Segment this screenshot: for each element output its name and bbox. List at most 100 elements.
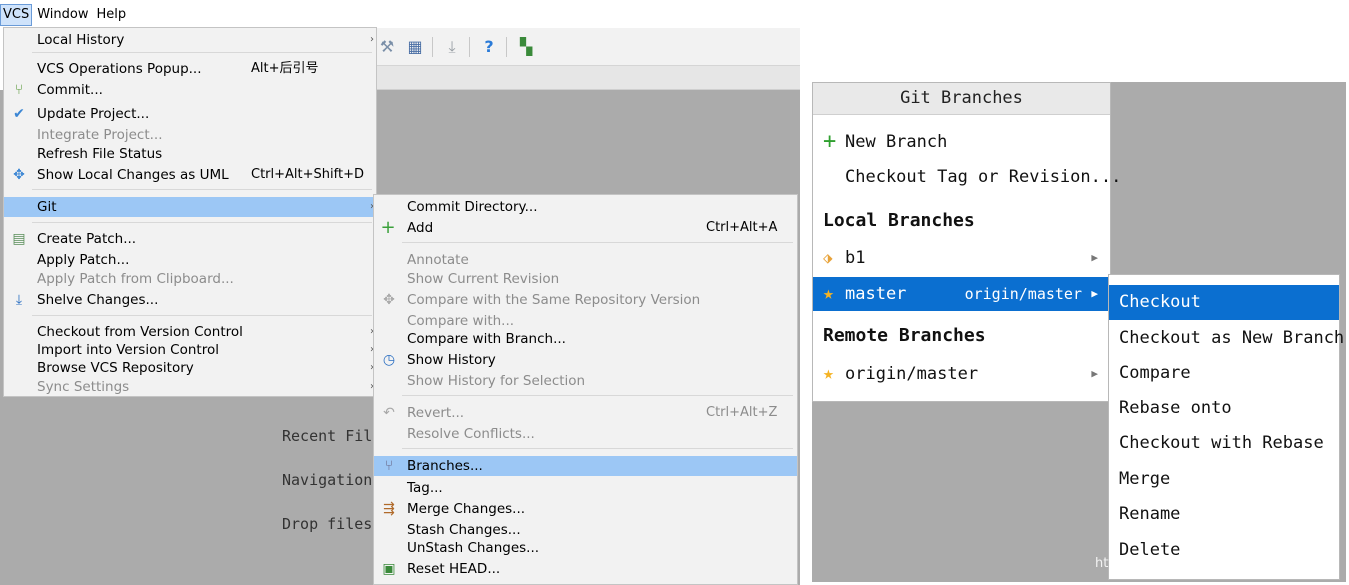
download-icon[interactable]: ⤓	[441, 36, 463, 58]
menu-item-revert[interactable]: ↶ Revert... Ctrl+Alt+Z	[374, 403, 797, 423]
action-checkout-with-rebase[interactable]: Checkout with Rebase	[1109, 426, 1339, 461]
compare-icon: ✥	[383, 292, 395, 308]
reset-icon: ▣	[382, 561, 396, 577]
submenu-arrow-icon: ›	[370, 34, 374, 45]
branches-icon: ⑂	[384, 458, 394, 474]
patch-icon: ▤	[12, 231, 26, 247]
branch-item-b1[interactable]: ⬗ b1 ▶	[813, 241, 1110, 275]
menu-item-local-history[interactable]: Local History ›	[4, 30, 376, 50]
menu-item-browse-vcs-repository[interactable]: Browse VCS Repository ›	[4, 358, 376, 378]
menu-separator	[402, 448, 793, 449]
star-icon: ★	[823, 283, 834, 304]
tracking-branch-label: origin/master	[964, 285, 1082, 303]
menu-item-unstash-changes[interactable]: UnStash Changes...	[374, 538, 797, 558]
settings-tool-icon[interactable]: ⚒	[376, 36, 398, 58]
menu-item-commit[interactable]: ⑂ Commit...	[4, 80, 376, 100]
action-merge[interactable]: Merge	[1109, 462, 1339, 497]
menu-item-show-history-selection[interactable]: Show History for Selection	[374, 371, 797, 391]
action-checkout[interactable]: Checkout	[1109, 285, 1339, 320]
checkout-tag-item[interactable]: Checkout Tag or Revision...	[813, 160, 1121, 194]
menu-item-refresh-file-status[interactable]: Refresh File Status	[4, 144, 376, 164]
vcs-menu: Local History › VCS Operations Popup... …	[3, 27, 377, 397]
vcs-log-icon[interactable]: ▚	[515, 36, 537, 58]
menu-separator	[402, 242, 793, 243]
menu-item-compare-with[interactable]: Compare with...	[374, 311, 797, 331]
branch-item-origin-master[interactable]: ★ origin/master ▶	[813, 357, 1110, 391]
toolbar-separator	[432, 36, 433, 57]
action-checkout-new-branch[interactable]: Checkout as New Branch	[1109, 321, 1344, 356]
watermark-text: https://blog.csdn.net/qq_44143750	[1095, 556, 1324, 571]
new-branch-item[interactable]: + New Branch	[813, 125, 1110, 159]
main-toolbar: ⚒ ▦ ⤓ ? ▚	[370, 28, 800, 66]
menu-item-apply-patch-clipboard[interactable]: Apply Patch from Clipboard...	[4, 269, 376, 289]
shelve-icon: ⤓	[15, 292, 23, 308]
tag-icon: ⬗	[823, 248, 833, 267]
toolbar-separator	[506, 36, 507, 57]
project-structure-icon[interactable]: ▦	[404, 36, 426, 58]
menu-item-branches[interactable]: ⑂ Branches...	[374, 456, 797, 476]
branch-item-master[interactable]: ★ master origin/master ▶	[813, 277, 1110, 311]
git-branches-popup: Git Branches + New Branch Checkout Tag o…	[812, 82, 1121, 402]
menu-item-create-patch[interactable]: ▤ Create Patch...	[4, 229, 376, 249]
menu-item-show-current-revision[interactable]: Show Current Revision	[374, 269, 797, 289]
menu-item-compare-same-repo-version[interactable]: ✥ Compare with the Same Repository Versi…	[374, 290, 797, 310]
menu-item-reset-head[interactable]: ▣ Reset HEAD...	[374, 559, 797, 579]
menu-item-checkout-from-vc[interactable]: Checkout from Version Control ›	[4, 322, 376, 342]
menu-item-integrate-project[interactable]: Integrate Project...	[4, 125, 376, 145]
plus-icon: +	[823, 129, 837, 154]
shortcut-label: Alt+后引号	[251, 61, 319, 76]
menu-item-compare-with-branch[interactable]: Compare with Branch...	[374, 329, 797, 349]
commit-icon: ⑂	[14, 82, 24, 98]
drop-files-hint: Drop files	[282, 515, 373, 533]
help-icon[interactable]: ?	[478, 36, 500, 58]
revert-icon: ↶	[383, 405, 395, 421]
shortcut-label: Ctrl+Alt+Shift+D	[251, 167, 364, 182]
menu-item-git[interactable]: Git ›	[4, 197, 376, 217]
menu-window[interactable]: Window	[34, 4, 91, 26]
submenu-arrow-icon: ▶	[1091, 367, 1098, 380]
ide-window: VCS Window Help ⚒ ▦ ⤓ ? ▚ Recent Fil Nav…	[0, 0, 800, 585]
menu-separator	[402, 395, 793, 396]
menu-item-import-into-vc[interactable]: Import into Version Control ›	[4, 340, 376, 360]
menu-help[interactable]: Help	[94, 4, 130, 26]
menu-item-show-history[interactable]: ◷ Show History	[374, 350, 797, 370]
menu-item-add[interactable]: + Add Ctrl+Alt+A	[374, 218, 797, 238]
menu-separator	[32, 315, 372, 316]
menu-item-sync-settings[interactable]: Sync Settings ›	[4, 377, 376, 397]
menu-item-apply-patch[interactable]: Apply Patch...	[4, 250, 376, 270]
remote-branches-header: Remote Branches	[823, 325, 986, 346]
editor-tab-strip	[370, 66, 800, 90]
menu-item-vcs-operations-popup[interactable]: VCS Operations Popup... Alt+后引号	[4, 59, 376, 79]
menu-separator	[32, 222, 372, 223]
menu-separator	[32, 189, 372, 190]
action-rename[interactable]: Rename	[1109, 497, 1339, 532]
submenu-arrow-icon: ▶	[1091, 251, 1098, 264]
branch-actions-popup: Checkout Checkout as New Branch Compare …	[1108, 274, 1344, 580]
navigation-hint: Navigation	[282, 471, 373, 489]
shortcut-label: Ctrl+Alt+Z	[706, 405, 778, 420]
action-compare[interactable]: Compare	[1109, 356, 1339, 391]
toolbar-separator	[469, 36, 470, 57]
star-icon: ★	[823, 363, 834, 384]
menu-item-commit-directory[interactable]: Commit Directory...	[374, 197, 797, 217]
git-submenu: Commit Directory... + Add Ctrl+Alt+A Ann…	[373, 194, 798, 585]
menu-separator	[32, 52, 372, 53]
menu-item-stash-changes[interactable]: Stash Changes...	[374, 520, 797, 540]
local-branches-header: Local Branches	[823, 210, 975, 231]
menu-item-merge-changes[interactable]: ⇶ Merge Changes...	[374, 499, 797, 519]
menu-item-update-project[interactable]: ✔ Update Project...	[4, 104, 376, 124]
menu-bar: VCS Window Help	[0, 4, 380, 26]
add-icon: +	[380, 217, 396, 238]
merge-icon: ⇶	[383, 501, 395, 517]
menu-item-annotate[interactable]: Annotate	[374, 250, 797, 270]
action-rebase-onto[interactable]: Rebase onto	[1109, 391, 1339, 426]
menu-item-shelve-changes[interactable]: ⤓ Shelve Changes...	[4, 290, 376, 310]
uml-diagram-icon: ✥	[13, 167, 25, 183]
submenu-arrow-icon: ▶	[1091, 287, 1098, 300]
menu-item-show-local-changes-uml[interactable]: ✥ Show Local Changes as UML Ctrl+Alt+Shi…	[4, 165, 376, 185]
history-icon: ◷	[382, 352, 396, 368]
menu-item-tag[interactable]: Tag...	[374, 478, 797, 498]
popup-title: Git Branches	[813, 83, 1110, 115]
menu-item-resolve-conflicts[interactable]: Resolve Conflicts...	[374, 424, 797, 444]
menu-vcs[interactable]: VCS	[0, 4, 33, 26]
